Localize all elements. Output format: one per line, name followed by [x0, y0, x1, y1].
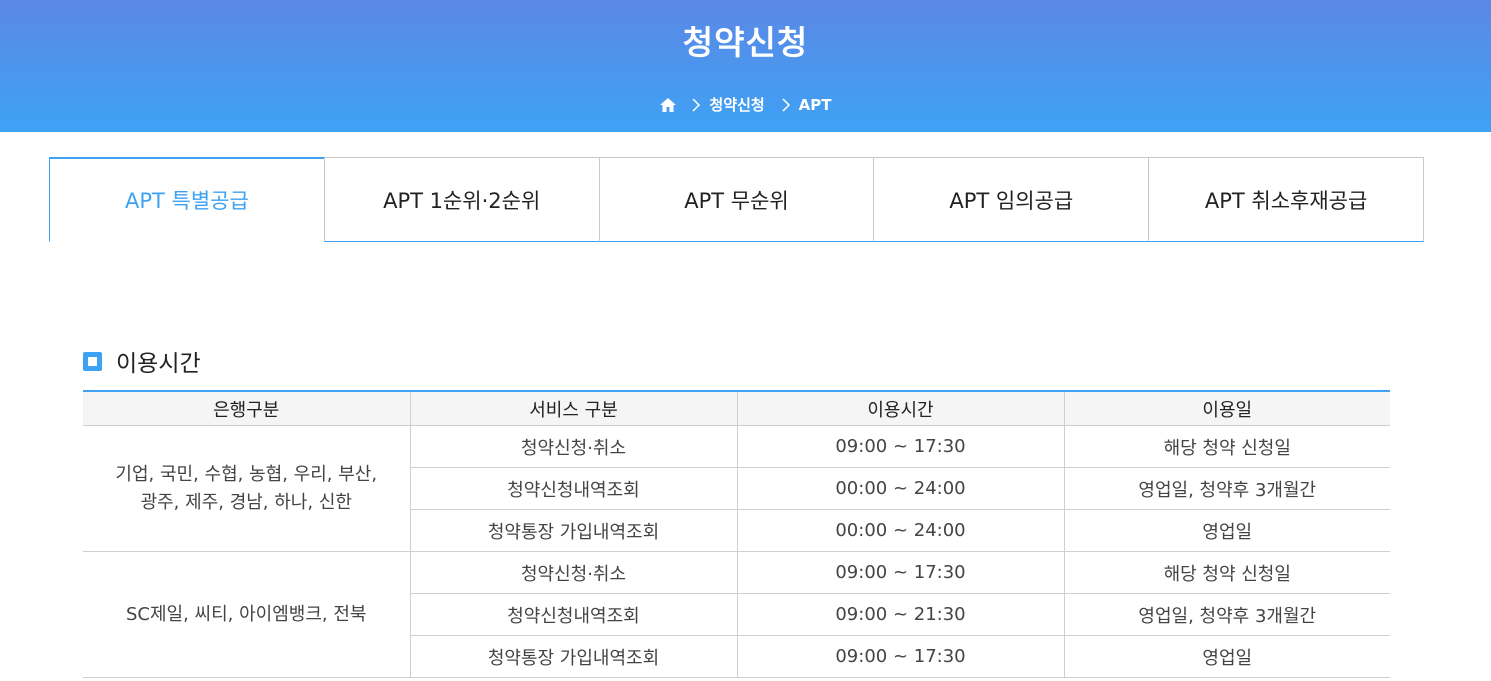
home-icon[interactable] — [659, 96, 677, 114]
column-header: 이용일 — [1063, 391, 1390, 426]
time-cell: 09:00 ~ 17:30 — [736, 551, 1064, 594]
tab-apt-unranked[interactable]: APT 무순위 — [598, 157, 875, 242]
days-cell: 영업일, 청약후 3개월간 — [1063, 593, 1390, 636]
time-cell: 09:00 ~ 17:30 — [736, 425, 1064, 468]
days-cell: 영업일, 청약후 3개월간 — [1063, 467, 1390, 510]
time-cell: 09:00 ~ 21:30 — [736, 593, 1064, 636]
column-header: 서비스 구분 — [409, 391, 737, 426]
table-row: SC제일, 씨티, 아이엠뱅크, 전북 청약신청·취소 09:00 ~ 17:3… — [83, 551, 1390, 678]
breadcrumb-item[interactable]: APT — [799, 96, 832, 114]
bank-list: SC제일, 씨티, 아이엠뱅크, 전북 — [126, 603, 367, 625]
service-cell: 청약신청·취소 — [409, 551, 737, 594]
days-cell: 해당 청약 신청일 — [1063, 425, 1390, 468]
tab-apt-arbitrary[interactable]: APT 임의공급 — [873, 157, 1150, 242]
time-cell: 00:00 ~ 24:00 — [736, 467, 1064, 510]
table-header-row: 은행구분 서비스 구분 이용시간 이용일 — [83, 391, 1390, 426]
service-cell: 청약신청내역조회 — [409, 467, 737, 510]
chevron-right-icon — [781, 97, 791, 112]
time-cell: 00:00 ~ 24:00 — [736, 509, 1064, 552]
bank-group-cell: SC제일, 씨티, 아이엠뱅크, 전북 — [83, 551, 410, 678]
page-title: 청약신청 — [682, 23, 809, 62]
bank-group-cell: 기업, 국민, 수협, 농협, 우리, 부산, 광주, 제주, 경남, 하나, … — [83, 425, 410, 552]
service-cell: 청약신청·취소 — [409, 425, 737, 468]
section-heading: 이용시간 — [83, 344, 201, 378]
bank-list: 기업, 국민, 수협, 농협, 우리, 부산, 광주, 제주, 경남, 하나, … — [115, 463, 378, 513]
time-cell: 09:00 ~ 17:30 — [736, 635, 1064, 678]
tab-apt-rank[interactable]: APT 1순위·2순위 — [323, 157, 600, 242]
tab-apt-special[interactable]: APT 특별공급 — [49, 157, 325, 242]
column-header: 이용시간 — [736, 391, 1064, 426]
days-cell: 영업일 — [1063, 509, 1390, 552]
section-title-text: 이용시간 — [116, 351, 201, 377]
column-header: 은행구분 — [83, 391, 410, 426]
days-cell: 해당 청약 신청일 — [1063, 551, 1390, 594]
breadcrumb-item[interactable]: 청약신청 — [709, 94, 764, 115]
tab-apt-resupply[interactable]: APT 취소후재공급 — [1148, 157, 1424, 242]
square-icon — [83, 351, 102, 371]
service-hours-table: 은행구분 서비스 구분 이용시간 이용일 기업, 국민, 수협, 농협, 우리,… — [83, 390, 1390, 678]
days-cell: 영업일 — [1063, 635, 1390, 678]
breadcrumb: 청약신청 APT — [0, 94, 1491, 115]
chevron-right-icon — [691, 97, 701, 112]
service-cell: 청약신청내역조회 — [409, 593, 737, 636]
table-row: 기업, 국민, 수협, 농협, 우리, 부산, 광주, 제주, 경남, 하나, … — [83, 425, 1390, 552]
page-banner: 청약신청 청약신청 APT — [0, 0, 1491, 132]
tab-bar: APT 특별공급 APT 1순위·2순위 APT 무순위 APT 임의공급 AP… — [49, 157, 1424, 242]
service-cell: 청약통장 가입내역조회 — [409, 635, 737, 678]
service-cell: 청약통장 가입내역조회 — [409, 509, 737, 552]
